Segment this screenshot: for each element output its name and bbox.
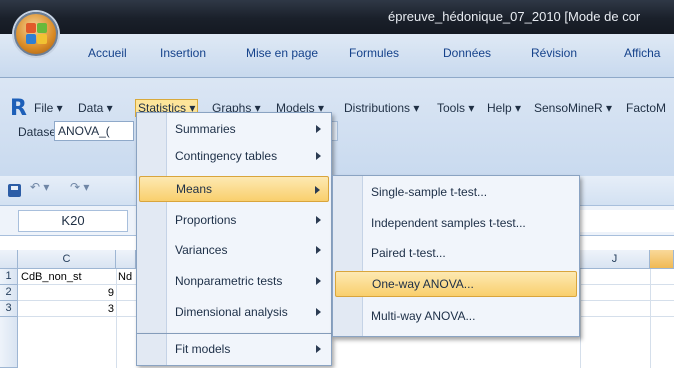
menu-item-fit-models[interactable]: Fit models (139, 336, 329, 362)
menu-item-single-sample-t-test[interactable]: Single-sample t-test... (335, 179, 577, 205)
menu-item-label: Variances (175, 243, 228, 257)
window-title: épreuve_hédonique_07_2010 [Mode de cor (388, 9, 641, 24)
cell-c3[interactable]: 3 (96, 301, 114, 317)
menu-help[interactable]: Help ▾ (487, 101, 521, 115)
menu-item-label: Means (176, 182, 213, 196)
menu-item-variances[interactable]: Variances (139, 237, 329, 263)
select-all-corner[interactable] (0, 250, 18, 269)
redo-button[interactable]: ↷ ▾ (70, 180, 89, 194)
means-submenu: Single-sample t-test... Independent samp… (332, 175, 580, 337)
menu-item-multi-way-anova[interactable]: Multi-way ANOVA... (335, 303, 577, 329)
menu-item-label: Contingency tables (175, 149, 278, 163)
submenu-arrow-icon (316, 277, 321, 285)
office-logo-icon (26, 23, 48, 45)
menu-item-paired-t-test[interactable]: Paired t-test... (335, 240, 577, 266)
grid-line (580, 269, 581, 368)
menu-item-label: Summaries (175, 122, 236, 136)
column-header-j[interactable]: J (580, 250, 650, 269)
save-icon[interactable] (8, 184, 21, 197)
menu-item-dimensional-analysis[interactable]: Dimensional analysis (139, 299, 329, 325)
menu-item-proportions[interactable]: Proportions (139, 207, 329, 233)
tab-accueil[interactable]: Accueil (88, 46, 127, 60)
cell-d1[interactable]: Nd (118, 269, 136, 285)
name-box[interactable]: K20 (18, 210, 128, 232)
office-button[interactable] (14, 12, 58, 56)
r-logo-icon: R (10, 96, 27, 121)
tab-insertion[interactable]: Insertion (160, 46, 206, 60)
cell-c2[interactable]: 9 (96, 285, 114, 301)
grid-line (650, 269, 651, 368)
menu-factominer[interactable]: FactoM (626, 101, 666, 115)
cell-c1[interactable]: CdB_non_st (21, 269, 116, 285)
submenu-arrow-icon (316, 345, 321, 353)
tab-revision[interactable]: Révision (531, 46, 577, 60)
row-header-2[interactable]: 2 (0, 285, 18, 301)
menu-item-summaries[interactable]: Summaries (139, 116, 329, 142)
menu-item-one-way-anova[interactable]: One-way ANOVA... (335, 271, 577, 297)
tab-mise-en-page[interactable]: Mise en page (246, 46, 318, 60)
menu-file[interactable]: File ▾ (34, 101, 63, 115)
grid-line (116, 269, 117, 368)
menu-item-label: Dimensional analysis (175, 305, 288, 319)
menu-distributions[interactable]: Distributions ▾ (344, 101, 419, 115)
submenu-arrow-icon (316, 152, 321, 160)
menu-item-independent-samples-t-test[interactable]: Independent samples t-test... (335, 210, 577, 236)
statistics-menu: Summaries Contingency tables Means Propo… (136, 112, 332, 334)
menu-item-label: Fit models (175, 342, 231, 356)
menu-item-nonparametric-tests[interactable]: Nonparametric tests (139, 268, 329, 294)
row-header-3[interactable]: 3 (0, 301, 18, 317)
submenu-arrow-icon (316, 216, 321, 224)
menu-tools[interactable]: Tools ▾ (437, 101, 474, 115)
submenu-arrow-icon (316, 246, 321, 254)
tab-formules[interactable]: Formules (349, 46, 399, 60)
row-header-blank (0, 317, 18, 368)
menu-item-label: Proportions (175, 213, 237, 227)
column-header-d[interactable] (116, 250, 136, 269)
ribbon-tabs: Accueil Insertion Mise en page Formules … (0, 34, 674, 78)
column-header-k[interactable] (650, 250, 674, 269)
menu-data[interactable]: Data ▾ (78, 101, 113, 115)
tab-affichage[interactable]: Afficha (624, 46, 660, 60)
tab-donnees[interactable]: Données (443, 46, 491, 60)
submenu-arrow-icon (316, 308, 321, 316)
column-header-c[interactable]: C (18, 250, 116, 269)
submenu-arrow-icon (316, 125, 321, 133)
menu-item-means[interactable]: Means (139, 176, 329, 202)
statistics-menu-bottom: Fit models (136, 334, 332, 366)
submenu-arrow-icon (315, 186, 320, 194)
title-bar: épreuve_hédonique_07_2010 [Mode de cor (0, 0, 674, 34)
row-header-1[interactable]: 1 (0, 269, 18, 285)
menu-item-contingency-tables[interactable]: Contingency tables (139, 143, 329, 169)
menu-sensominer[interactable]: SensoMineR ▾ (534, 101, 612, 115)
menu-item-label: Nonparametric tests (175, 274, 283, 288)
undo-button[interactable]: ↶ ▾ (30, 180, 49, 194)
dataset-selector[interactable]: ANOVA_( (54, 121, 134, 141)
